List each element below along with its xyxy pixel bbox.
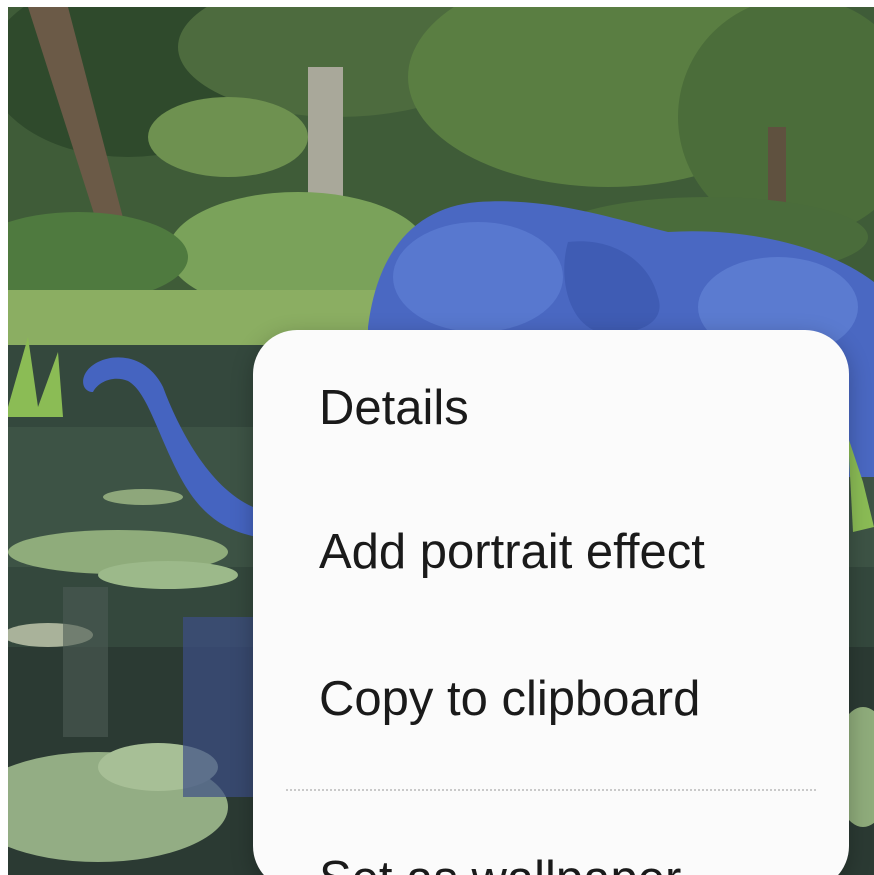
menu-divider xyxy=(286,789,816,791)
menu-item-add-portrait-effect[interactable]: Add portrait effect xyxy=(319,528,705,577)
menu-item-details[interactable]: Details xyxy=(319,384,469,433)
screen: Details Add portrait effect Copy to clip… xyxy=(0,0,874,875)
context-menu: Details Add portrait effect Copy to clip… xyxy=(253,330,849,875)
menu-item-copy-to-clipboard[interactable]: Copy to clipboard xyxy=(319,675,700,724)
menu-item-set-as-wallpaper[interactable]: Set as wallpaper xyxy=(319,855,681,875)
